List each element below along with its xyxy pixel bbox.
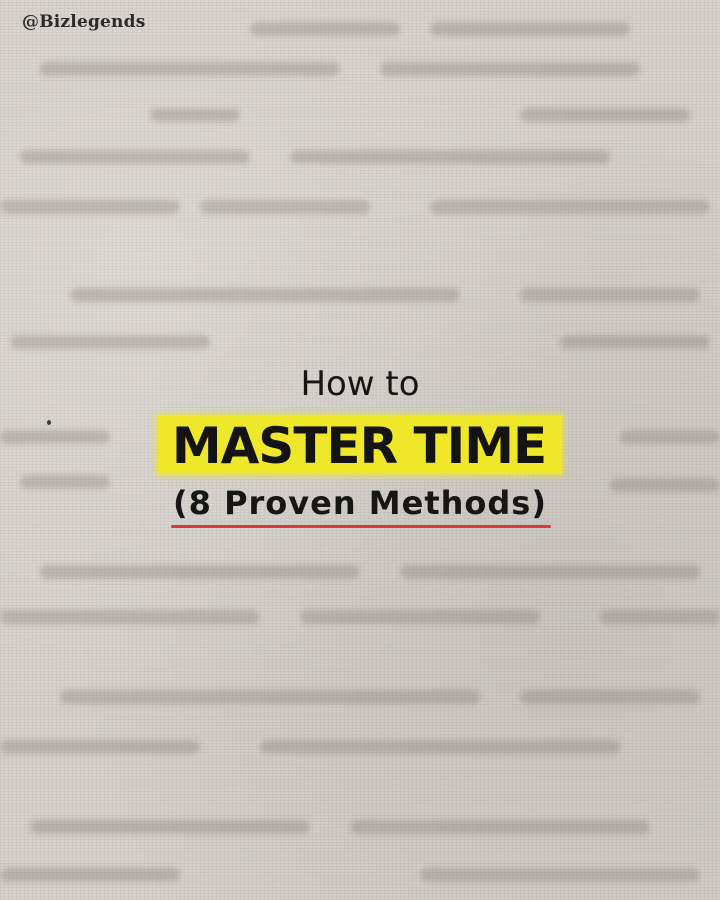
pre-title: How to — [300, 364, 420, 404]
red-underline — [171, 525, 551, 528]
subtitle-wrap: (8 Proven Methods) — [171, 484, 551, 528]
subtitle: (8 Proven Methods) — [173, 484, 547, 522]
title-block: How to MASTER TIME (8 Proven Methods) — [0, 362, 720, 528]
headline: MASTER TIME — [171, 417, 547, 475]
headline-highlight: MASTER TIME — [157, 416, 563, 475]
author-handle: @Bizlegends — [22, 12, 146, 32]
